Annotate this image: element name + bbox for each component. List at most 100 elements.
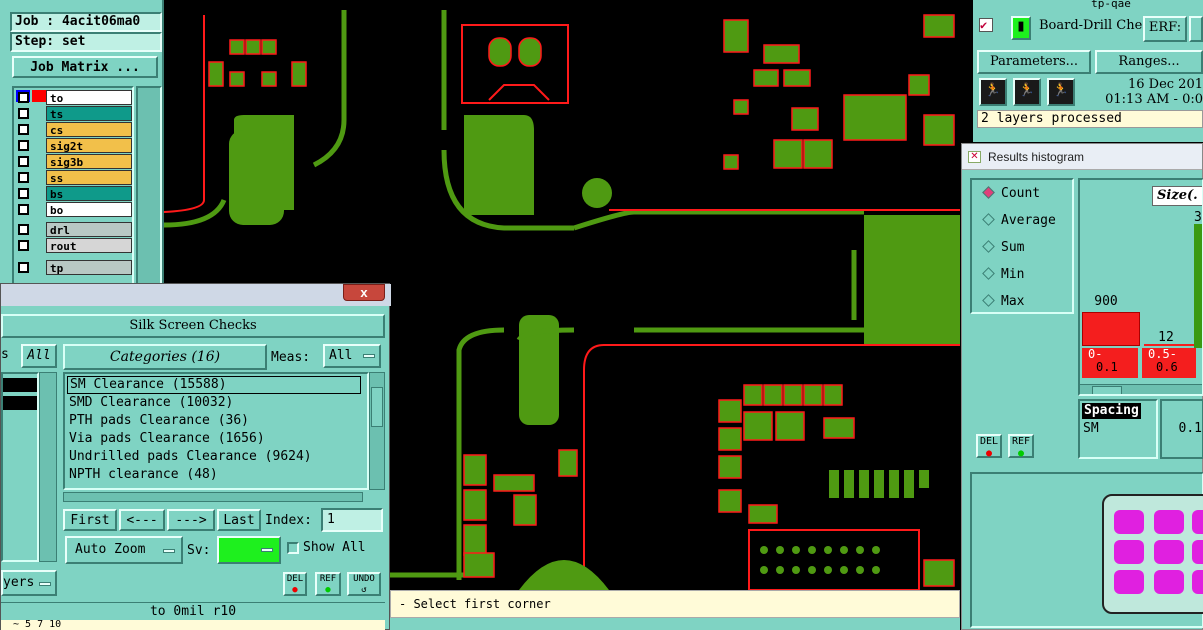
close-icon[interactable]: x [343, 284, 385, 301]
category-item[interactable]: SMD Clearance (10032) [67, 394, 235, 412]
scroll-thumb[interactable] [1092, 386, 1122, 394]
left-list-selected[interactable] [3, 396, 37, 410]
spacing-item[interactable]: Spacing [1082, 403, 1141, 419]
histogram-bar[interactable] [1144, 344, 1194, 346]
layer-row-rout[interactable]: rout [14, 238, 132, 253]
mode-radio-group[interactable]: Count Average Sum Min Max [970, 178, 1074, 314]
layer-checkbox[interactable] [18, 224, 29, 235]
layer-name[interactable]: tp [46, 260, 132, 275]
layer-row-bs[interactable]: bs [14, 186, 132, 201]
layer-row-sig2t[interactable]: sig2t [14, 138, 132, 153]
show-all-checkbox[interactable] [287, 542, 299, 554]
action-icon[interactable]: ▮ [1011, 16, 1031, 40]
value-field[interactable]: 0.1 [1160, 399, 1203, 459]
mode-radio-min[interactable]: Min [982, 265, 1024, 285]
categories-list[interactable]: SM Clearance (15588) SMD Clearance (10032… [63, 372, 369, 490]
categories-hscrollbar[interactable] [63, 492, 363, 502]
undo-button[interactable]: UNDO ↺ [347, 572, 381, 596]
parameters-button[interactable]: Parameters... [977, 50, 1091, 74]
histogram-chart[interactable]: Size(. 900 12 3 0- 0.1 0.5- 0.6 [1078, 178, 1203, 396]
layer-row-bo[interactable]: bo [14, 202, 132, 217]
layer-name[interactable]: to [46, 90, 132, 105]
layer-list-scrollbar[interactable] [136, 86, 162, 286]
layer-name[interactable]: sig3b [46, 154, 132, 169]
ranges-button[interactable]: Ranges... [1095, 50, 1203, 74]
run-all-icon[interactable]: 🏃 [1013, 78, 1041, 106]
check-icon[interactable]: ✔ [979, 18, 993, 32]
dialog-titlebar[interactable]: x [1, 284, 391, 306]
categories-scrollbar[interactable] [369, 372, 385, 490]
layer-row-cs[interactable]: cs [14, 122, 132, 137]
category-item[interactable]: Via pads Clearance (1656) [67, 430, 267, 448]
layer-checkbox[interactable] [18, 140, 29, 151]
layer-row-ss[interactable]: ss [14, 170, 132, 185]
histogram-bar[interactable] [1194, 224, 1202, 348]
layer-name[interactable]: bo [46, 202, 132, 217]
histogram-bar[interactable] [1082, 312, 1140, 346]
ref-button[interactable]: REF ● [1008, 434, 1034, 459]
auto-zoom-dropdown[interactable]: Auto Zoom [65, 536, 183, 564]
measure-list[interactable]: Spacing SM [1078, 399, 1158, 459]
category-item[interactable]: SM Clearance (15588) [67, 376, 361, 394]
layer-checkbox[interactable] [18, 240, 29, 251]
bar-range-label[interactable]: 0- 0.1 [1082, 348, 1138, 378]
category-item[interactable]: Undrilled pads Clearance (9624) [67, 448, 314, 466]
mode-radio-count[interactable]: Count [982, 184, 1041, 204]
next-button[interactable]: ---> [167, 509, 215, 531]
layer-name[interactable]: cs [46, 122, 132, 137]
layer-name[interactable]: ts [46, 106, 132, 121]
layer-checkbox[interactable] [18, 108, 29, 119]
layer-checkbox[interactable] [18, 172, 29, 183]
layer-row-drl[interactable]: drl [14, 222, 132, 237]
first-button[interactable]: First [63, 509, 117, 531]
mode-radio-sum[interactable]: Sum [982, 238, 1024, 258]
layer-checkbox[interactable] [18, 262, 29, 273]
layer-checkbox[interactable] [18, 204, 29, 215]
layer-checkbox[interactable] [18, 156, 29, 167]
erf-dropdown[interactable] [1189, 16, 1203, 42]
layer-checkbox[interactable] [18, 188, 29, 199]
layer-checkbox[interactable] [18, 92, 29, 103]
layer-row-ts[interactable]: ts [14, 106, 132, 121]
run-icon[interactable]: 🏃 [979, 78, 1007, 106]
sm-item[interactable]: SM [1083, 421, 1099, 437]
layer-name[interactable]: bs [46, 186, 132, 201]
layer-checkbox[interactable] [18, 124, 29, 135]
layer-name[interactable]: sig2t [46, 138, 132, 153]
mode-radio-average[interactable]: Average [982, 211, 1056, 231]
layer-name[interactable]: drl [46, 222, 132, 237]
layer-row-sig3b[interactable]: sig3b [14, 154, 132, 169]
ref-button[interactable]: REF ● [315, 572, 341, 596]
category-item[interactable]: PTH pads Clearance (36) [67, 412, 251, 430]
sv-color-dropdown[interactable] [217, 536, 281, 564]
layer-name[interactable]: ss [46, 170, 132, 185]
last-button[interactable]: Last [217, 509, 261, 531]
job-field: Job : 4acit06ma0 [10, 12, 162, 32]
bar-range-label[interactable]: 0.5- 0.6 [1142, 348, 1196, 378]
preview-thumbnail[interactable] [1102, 494, 1203, 614]
erf-button[interactable]: ERF: [1143, 16, 1187, 42]
del-button[interactable]: DEL ● [976, 434, 1002, 459]
layer-row-tp[interactable]: tp [14, 260, 132, 275]
category-item[interactable]: NPTH clearance (48) [67, 466, 220, 484]
index-input[interactable]: 1 [321, 508, 383, 532]
all-button[interactable]: All [21, 344, 57, 368]
layers-dropdown[interactable]: yers [1, 570, 57, 596]
stop-run-icon[interactable]: 🏃 [1047, 78, 1075, 106]
scroll-thumb[interactable] [371, 387, 383, 427]
layer-name[interactable]: rout [46, 238, 132, 253]
bottom-strip [390, 618, 960, 630]
left-list-selected[interactable] [3, 378, 37, 392]
histogram-scrollbar[interactable] [1080, 384, 1202, 394]
layer-row-to[interactable]: to [14, 90, 132, 105]
radio-label: Count [1001, 186, 1041, 201]
silk-screen-dialog: x Silk Screen Checks s All Categories (1… [0, 283, 391, 630]
prev-button[interactable]: <--- [119, 509, 165, 531]
histogram-titlebar[interactable]: ✕ Results histogram [962, 144, 1202, 170]
meas-dropdown[interactable]: All [323, 344, 381, 368]
mode-radio-max[interactable]: Max [982, 292, 1024, 312]
job-matrix-button[interactable]: Job Matrix ... [12, 56, 158, 78]
left-list-scrollbar[interactable] [39, 372, 57, 562]
left-list[interactable] [1, 372, 39, 562]
del-button[interactable]: DEL ● [283, 572, 307, 596]
